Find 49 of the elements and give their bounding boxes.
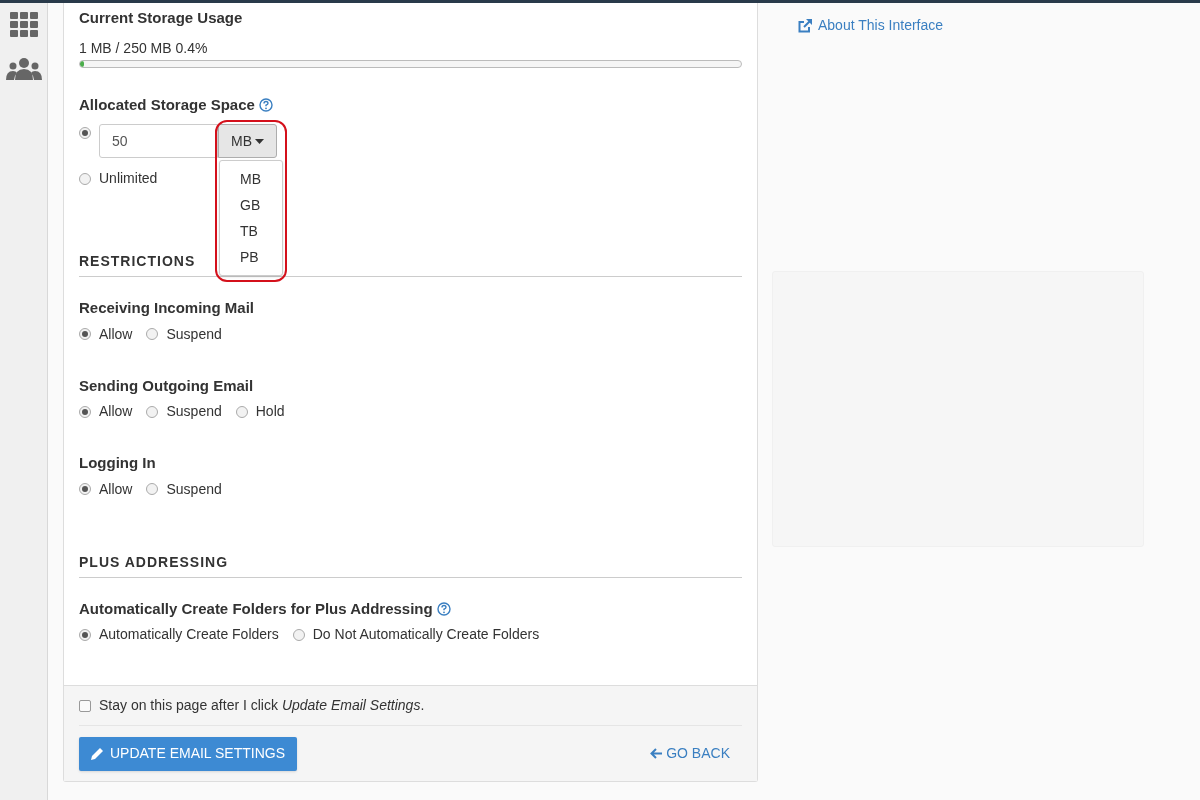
help-icon[interactable] xyxy=(436,601,451,616)
radio-label: Allow xyxy=(99,402,133,421)
radio-label: Automatically Create Folders xyxy=(99,625,279,644)
arrow-left-icon xyxy=(650,748,663,759)
radio-label: Suspend xyxy=(166,479,222,499)
radio-button[interactable] xyxy=(146,405,159,418)
radio-label: Do Not Automatically Create Folders xyxy=(312,625,540,644)
menu-item[interactable]: TB xyxy=(220,218,282,244)
radio-button[interactable] xyxy=(235,405,248,418)
radio-label: Allow xyxy=(99,479,133,499)
radio-button[interactable] xyxy=(146,328,159,340)
radio-label: Unlimited xyxy=(99,169,158,188)
caret-icon xyxy=(255,138,264,144)
radio-label: Allow xyxy=(99,324,133,344)
radio-label: Suspend xyxy=(166,402,222,421)
radio-button[interactable] xyxy=(79,405,91,418)
help-icon[interactable] xyxy=(258,97,273,112)
radio-button[interactable] xyxy=(79,483,91,495)
section-heading: RESTRICTIONS xyxy=(79,253,196,269)
field-label: Allocated Storage Space xyxy=(79,94,255,115)
radio-button[interactable] xyxy=(79,628,91,641)
external-link-icon xyxy=(798,18,813,33)
section-heading: PLUS ADDRESSING xyxy=(79,553,229,570)
about-interface-link[interactable]: About This Interface xyxy=(798,15,944,36)
radio-button[interactable] xyxy=(292,628,305,641)
checkbox-label: Stay on this page after I click Update Email Settings. xyxy=(99,696,425,715)
field-label: Current Storage Usage xyxy=(79,8,243,28)
radio-button[interactable] xyxy=(146,483,159,495)
field-label: Logging In xyxy=(79,453,156,473)
apps-grid-icon[interactable] xyxy=(9,12,38,38)
amount-input-field[interactable]: 50 xyxy=(99,124,218,158)
usage-reading: 1 MB / 250 MB 0.4% xyxy=(79,38,208,58)
update-settings-button[interactable]: UPDATE EMAIL SETTINGS xyxy=(79,736,298,771)
radio-button[interactable] xyxy=(79,172,91,185)
field-label: Sending Outgoing Email xyxy=(79,375,254,396)
radio-label: Suspend xyxy=(166,324,222,344)
radio-button[interactable] xyxy=(79,328,91,340)
field-label: Receiving Incoming Mail xyxy=(79,298,255,318)
checkbox[interactable] xyxy=(79,699,91,712)
pencil-icon xyxy=(91,747,104,760)
menu-item[interactable]: PB xyxy=(220,244,282,270)
unit-dropdown-button[interactable]: MB xyxy=(218,124,277,158)
go-back-link[interactable]: GO BACK xyxy=(650,743,730,764)
radio-label: Hold xyxy=(255,402,285,421)
field-label: Automatically Create Folders for Plus Addressing xyxy=(79,598,433,619)
menu-item[interactable]: MB xyxy=(220,166,282,192)
menu-item[interactable]: GB xyxy=(220,192,282,218)
radio-button[interactable] xyxy=(79,127,91,139)
users-icon[interactable] xyxy=(5,58,42,80)
